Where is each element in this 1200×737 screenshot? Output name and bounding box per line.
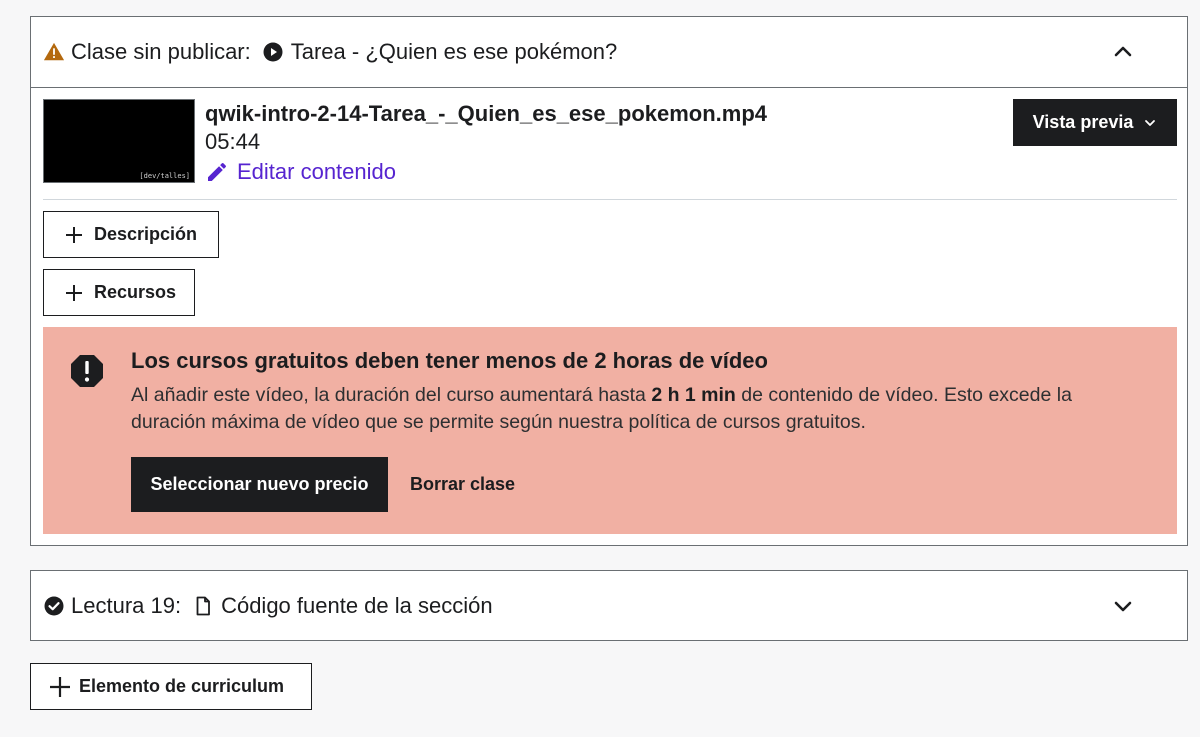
lecture-header-left: Lectura 19: Código fuente de la sección	[31, 593, 493, 619]
free-course-alert: Los cursos gratuitos deben tener menos d…	[43, 327, 1177, 534]
video-duration: 05:44	[205, 129, 261, 154]
document-icon	[193, 596, 213, 616]
plus-icon	[49, 676, 71, 698]
alert-body: Al añadir este vídeo, la duración del cu…	[131, 382, 1151, 436]
error-octagon-icon	[69, 353, 105, 389]
add-resources-label: Recursos	[94, 282, 177, 302]
edit-content-label: Editar contenido	[237, 159, 396, 184]
add-curriculum-item-button[interactable]: Elemento de curriculum	[30, 663, 312, 710]
pencil-icon	[205, 160, 229, 184]
chevron-up-icon[interactable]	[1111, 40, 1135, 64]
select-new-price-button[interactable]: Seleccionar nuevo precio	[131, 457, 388, 512]
add-description-label: Descripción	[94, 224, 198, 244]
delete-lesson-button[interactable]: Borrar clase	[410, 457, 515, 512]
add-resources-button[interactable]: Recursos	[43, 269, 195, 316]
lecture-19-card: Lectura 19: Código fuente de la sección	[30, 570, 1188, 641]
preview-button-label: Vista previa	[1032, 112, 1134, 132]
alert-body-text: Al añadir este vídeo, la duración del cu…	[131, 384, 652, 406]
unpublished-lesson-card: Clase sin publicar: Tarea - ¿Quien es es…	[30, 16, 1188, 546]
chevron-down-icon[interactable]	[1111, 594, 1135, 618]
video-thumbnail: [dev/talles]	[43, 99, 195, 183]
lesson-header[interactable]: Clase sin publicar: Tarea - ¿Quien es es…	[31, 17, 1187, 88]
alert-title: Los cursos gratuitos deben tener menos d…	[131, 348, 768, 373]
edit-content-link[interactable]: Editar contenido	[205, 159, 396, 185]
chevron-down-icon	[1143, 116, 1157, 130]
play-circle-icon	[263, 42, 283, 62]
plus-icon	[64, 283, 84, 303]
lecture-status-label: Lectura 19:	[71, 592, 182, 618]
lesson-title: Tarea - ¿Quien es ese pokémon?	[290, 39, 618, 64]
lecture-header[interactable]: Lectura 19: Código fuente de la sección	[31, 571, 1187, 640]
content-divider	[43, 199, 1177, 200]
lesson-header-left: Clase sin publicar: Tarea - ¿Quien es es…	[31, 39, 617, 65]
preview-dropdown-button[interactable]: Vista previa	[1013, 99, 1177, 146]
lesson-status-label: Clase sin publicar:	[71, 39, 251, 64]
plus-icon	[64, 225, 84, 245]
add-description-button[interactable]: Descripción	[43, 211, 219, 258]
check-circle-icon	[43, 595, 65, 617]
add-curriculum-item-label: Elemento de curriculum	[79, 676, 285, 696]
alert-body-duration: 2 h 1 min	[651, 384, 736, 406]
lecture-title: Código fuente de la sección	[221, 592, 493, 618]
video-filename: qwik-intro-2-14-Tarea_-_Quien_es_ese_pok…	[205, 101, 768, 126]
thumbnail-watermark: [dev/talles]	[139, 172, 190, 180]
warning-icon	[43, 41, 65, 63]
